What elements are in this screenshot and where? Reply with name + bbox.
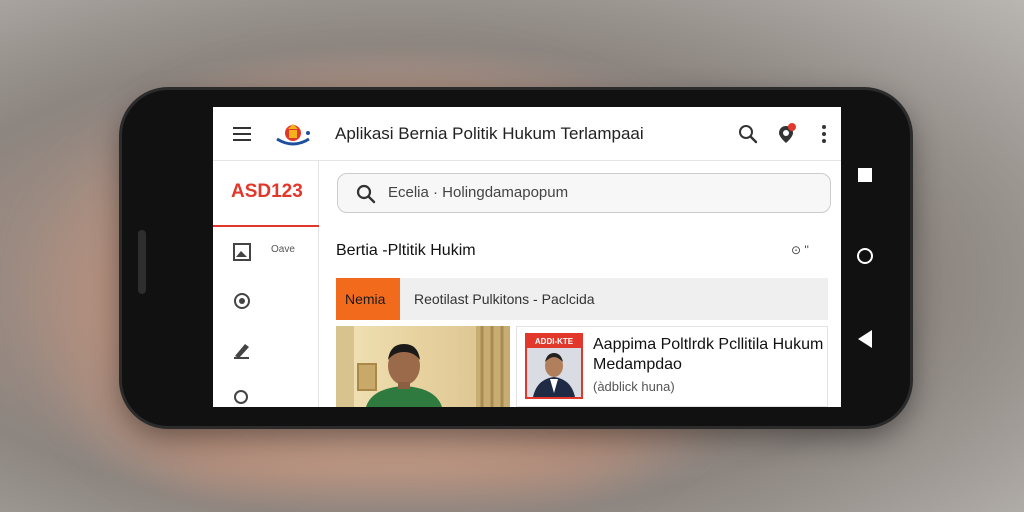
article-headline: Aappima Poltlrdk Pcllitila Hukum Medampd… <box>593 336 824 373</box>
app-bar: Aplikasi Bernia Politik Hukum Terlampaai <box>213 107 841 161</box>
settings-icon[interactable] <box>233 292 251 310</box>
app-logo-icon <box>276 124 310 146</box>
home-icon[interactable] <box>857 248 873 264</box>
sidebar-item-label: Oave <box>271 244 295 255</box>
smartphone: Aplikasi Bernia Politik Hukum Terlampaai… <box>122 90 910 426</box>
portrait-photo <box>336 326 510 407</box>
more-options-icon[interactable] <box>813 123 835 145</box>
search-input[interactable] <box>388 184 808 201</box>
section-title: Bertia -Pltitik Hukim <box>336 242 476 259</box>
search-field-icon <box>356 184 376 204</box>
article-meta: (àdblick huna) <box>593 379 675 394</box>
category-tab-strip: Nemia Reotilast Pulkitons - Paclcida <box>336 278 828 320</box>
app-screen: Aplikasi Bernia Politik Hukum Terlampaai… <box>213 107 841 407</box>
left-navigation-rail: ASD123 <box>213 161 319 407</box>
tab-active[interactable]: Nemia <box>336 278 400 320</box>
earpiece <box>138 230 146 294</box>
system-navigation-bar <box>852 90 888 426</box>
brand-code: ASD123 <box>231 181 303 202</box>
search-rail-icon[interactable] <box>233 389 251 407</box>
tab-subtitle[interactable]: Reotilast Pulkitons - Paclcida <box>414 291 595 307</box>
pen-icon[interactable] <box>233 341 251 359</box>
section-actions[interactable]: ⊙ '' <box>791 243 809 257</box>
search-bar[interactable] <box>337 173 831 213</box>
article-thumbnail: ADDI-KTE <box>525 333 583 399</box>
location-notification-icon[interactable] <box>775 123 797 145</box>
image-icon[interactable] <box>233 243 251 261</box>
recent-apps-icon[interactable] <box>858 168 872 182</box>
app-title: Aplikasi Bernia Politik Hukum Terlampaai <box>335 124 644 143</box>
brand-underline <box>213 225 319 227</box>
article-card[interactable]: ADDI-KTE Aappima Poltlrdk Pcllitila Huku… <box>516 326 828 407</box>
search-icon[interactable] <box>737 123 759 145</box>
back-icon[interactable] <box>858 330 872 348</box>
article-photo-card[interactable] <box>336 326 510 407</box>
hamburger-menu-icon[interactable] <box>233 127 251 141</box>
